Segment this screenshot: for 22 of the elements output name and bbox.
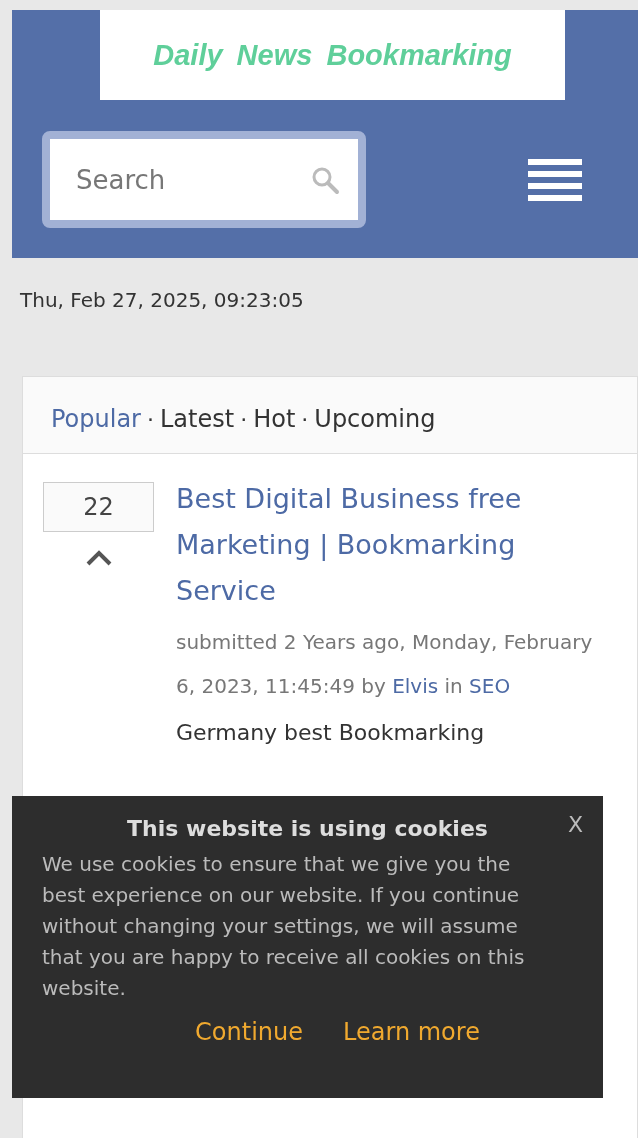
cookie-link[interactable]: Learn more — [343, 1018, 480, 1046]
post-title[interactable]: Best Digital Business free Marketing | Bookmarking Service — [176, 476, 606, 614]
date-time: Thu, Feb 27, 2025, 09:23:05 — [19, 287, 305, 314]
upvote-chevron-icon[interactable] — [84, 550, 113, 566]
cookie-title: This website is using cookies — [126, 816, 489, 841]
cookie-text: We use cookies to ensure that we give you the best experience on our website. If you continue without changing your settings, we will assume that you are happy to receive all cookies on this website. — [42, 851, 526, 1002]
post-description: Germany best Bookmarking — [176, 719, 486, 747]
close-button[interactable]: X — [567, 812, 583, 837]
submission-info: submitted 2 Years ago, Monday, February 6, 2023, 11:45:49 by Elvis in SEO — [176, 629, 594, 700]
tab[interactable]: Latest — [160, 405, 235, 433]
search-field[interactable]: Search — [42, 131, 366, 228]
author-link[interactable]: Elvis — [392, 674, 439, 698]
vote-count: 22 — [43, 482, 154, 532]
separator-dot: · — [240, 407, 248, 432]
separator-dot: · — [301, 407, 309, 432]
tab[interactable]: Upcoming — [314, 405, 436, 433]
tab[interactable]: Hot — [253, 405, 296, 433]
separator-dot: · — [147, 407, 154, 432]
menu-icon[interactable] — [528, 158, 582, 201]
cookie-link[interactable]: Continue — [195, 1018, 303, 1046]
category-link[interactable]: SEO — [469, 674, 511, 698]
tab[interactable]: Popular — [51, 405, 141, 433]
